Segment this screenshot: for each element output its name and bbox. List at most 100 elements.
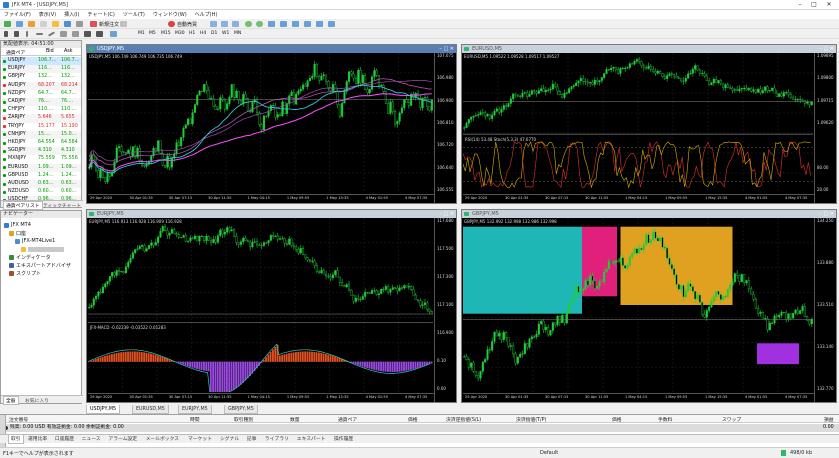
new-chart-icon[interactable] [4,21,11,27]
tile-windows-icon[interactable] [268,21,275,27]
chart-shift-icon[interactable] [292,21,299,27]
menu-window[interactable]: ウィンドウ(W) [149,10,191,19]
market-watch-row[interactable]: AUDUSD 0.63... 0.63... [2,180,81,189]
minimize-button[interactable]: – [794,1,806,9]
market-watch-row[interactable]: USDJPY 106.7... 106.7... [2,57,81,66]
tf-h1[interactable]: H1 [189,31,195,36]
terminal-tab[interactable]: エキスパート [295,435,328,444]
chart-title-bar[interactable]: EURUSD,M5 – □ ✕ [462,45,836,53]
tf-m15[interactable]: M15 [161,31,171,36]
navigator-icon[interactable] [52,21,59,27]
templates-icon[interactable] [328,21,335,27]
market-watch-row[interactable]: ZARJPY 5.646 5.655 [2,114,81,123]
shapes-icon[interactable] [110,31,117,37]
tab-symbols[interactable]: 通貨ペアリスト [3,201,43,210]
market-watch-icon[interactable] [28,21,35,27]
line-chart-icon[interactable] [232,21,239,27]
col-price[interactable]: 価格 [408,416,418,423]
menu-help[interactable]: ヘルプ(H) [191,10,222,19]
nav-account-server[interactable]: JFX-MT4Live1 [22,238,55,244]
auto-trade-icon[interactable] [168,21,175,27]
market-watch-row[interactable]: NZDUSD 0.60... 0.60... [2,188,81,197]
close-button[interactable]: ✕ [823,1,835,9]
tf-h4[interactable]: H4 [200,31,206,36]
col-volume[interactable]: 数量 [290,416,300,423]
market-watch-row[interactable]: CNHJPY 15.... 15.0... [2,130,81,139]
terminal-icon[interactable] [64,21,71,27]
nav-indicators[interactable]: インディケータ [16,254,51,261]
terminal-tab[interactable]: 口座履歴 [53,435,76,444]
market-watch-row[interactable]: HKDJPY 64.554 64.584 [2,139,81,148]
menu-tools[interactable]: ツール(T) [119,10,149,19]
market-watch-row[interactable]: CHFJPY 110.... 110.... [2,106,81,115]
tf-m5[interactable]: M5 [149,31,156,36]
new-order-icon[interactable] [90,21,97,27]
chart-window-gbpjpy[interactable]: GBPJPY,M5 – □ ✕ GBPJPY,M5 132.992 132.998 … [461,209,837,403]
chart-window-buttons[interactable]: – □ ✕ [439,45,454,53]
tf-m30[interactable]: M30 [175,31,185,36]
col-ticket[interactable]: 注文番号 [9,416,28,423]
chart-window-buttons[interactable]: – □ ✕ [819,45,834,53]
chart-tab-usdjpy[interactable]: USDJPY,M5 [86,405,121,414]
tf-d1[interactable]: D1 [211,31,217,36]
autoscroll-icon[interactable] [280,21,287,27]
zoom-in-icon[interactable] [245,21,252,27]
col-bid[interactable]: Bid [46,49,54,54]
market-watch-row[interactable]: EURUSD 1.09... 1.09... [2,163,81,172]
label-icon[interactable] [96,31,103,37]
terminal-tab[interactable]: ニュース [80,435,103,444]
tab-favorites[interactable]: お気に入り [25,397,49,404]
terminal-tab[interactable]: ライブラリ [263,435,291,444]
menu-insert[interactable]: 挿入(I) [60,10,83,19]
chart-window-buttons[interactable]: – □ ✕ [819,210,834,218]
col-symbol[interactable]: 通貨ペア [6,49,25,56]
col-time[interactable]: 時間 [190,416,200,423]
bar-chart-icon[interactable] [210,21,217,27]
col-type[interactable]: 取引種別 [234,416,253,423]
col-ask[interactable]: Ask [64,49,73,54]
tf-w1[interactable]: W1 [222,31,229,36]
chart-title-bar[interactable]: EURJPY,M5 – □ ✕ [87,210,456,218]
chart-window-buttons[interactable]: – □ ✕ [439,210,454,218]
col-profit[interactable]: 損益 [824,416,834,423]
metaeditor-icon[interactable] [120,21,127,27]
menu-file[interactable]: ファイル(F) [0,10,35,19]
market-watch-row[interactable]: AUDJPY 68.207 68.214 [2,81,81,90]
terminal-tab[interactable]: 記事 [245,435,259,444]
nav-accounts[interactable]: 口座 [16,230,26,237]
data-window-icon[interactable] [40,21,47,27]
terminal-tab[interactable]: 操作履歴 [332,435,355,444]
chart-tab-eurjpy[interactable]: EURJPY,M5 [178,405,212,414]
terminal-tab[interactable]: 取引 [8,435,24,444]
nav-scripts[interactable]: スクリプト [16,270,41,277]
indicators-icon[interactable] [304,21,311,27]
col-sl[interactable]: 決済逆指値(S/L) [446,416,481,423]
new-order-button[interactable]: 新規注文 [99,21,119,28]
crosshair-icon[interactable] [14,31,19,37]
market-watch-row[interactable]: NZDJPY 64.7... 64.7... [2,89,81,98]
col-symbol[interactable]: 通貨ペア [338,416,357,423]
market-watch-row[interactable]: GBPJPY 132... 132... [2,73,81,82]
periods-icon[interactable] [316,21,323,27]
tester-icon[interactable] [76,21,83,27]
market-watch-row[interactable]: SGDJPY 4.310 4.310 [2,147,81,156]
chart-tab-eurusd[interactable]: EURUSD,M5 [132,405,169,414]
nav-experts[interactable]: エキスパートアドバイザ [16,262,71,269]
chart-window-eurjpy[interactable]: EURJPY,M5 – □ ✕ JFX-MACD -0.02239 -0.03522… [86,209,457,403]
col-price2[interactable]: 価格 [612,416,622,423]
chart-window-usdjpy[interactable]: USDJPY,M5 – □ ✕ USDJPY,M5 106.749 106.749 … [86,44,457,204]
zoom-out-icon[interactable] [256,21,263,27]
text-icon[interactable] [84,31,91,37]
balance-row[interactable]: 残高: 0.00 USD 有効証拠金: 0.00 余剰証拠金: 0.00 0.0… [0,424,839,432]
col-swap[interactable]: スワップ [722,416,741,423]
market-watch-row[interactable]: EURJPY 116... 116... [2,65,81,74]
tf-m1[interactable]: M1 [138,31,145,36]
market-watch-row[interactable]: MXNJPY 75.559 75.556 [2,155,81,164]
terminal-tab[interactable]: マーケット [186,435,214,444]
market-watch-row[interactable]: CADJPY 76.... 76.... [2,98,81,107]
maximize-button[interactable]: □ [808,1,820,9]
chart-title-bar[interactable]: GBPJPY,M5 – □ ✕ [462,210,836,218]
candle-chart-icon[interactable] [221,21,228,27]
trendline-icon[interactable] [47,31,56,37]
menu-chart[interactable]: チャート(C) [84,10,119,19]
